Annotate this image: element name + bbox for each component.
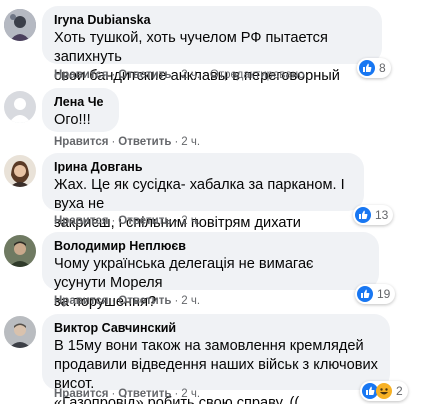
comment-time[interactable]: 2 ч.: [181, 388, 200, 400]
comment-actions: Нравится · Ответить · 2 ч.: [54, 215, 201, 227]
comment-time[interactable]: 2 ч.: [181, 136, 200, 148]
avatar[interactable]: [4, 9, 36, 41]
comment-time[interactable]: 2 ч.: [181, 295, 200, 307]
comment-bubble: Володимир Неплюєв Чому українська делега…: [42, 232, 379, 310]
comment-author[interactable]: Володимир Неплюєв: [54, 238, 367, 254]
like-button[interactable]: Нравится: [54, 295, 108, 307]
comment-actions: Нравится · Ответить · 2 ч.: [54, 388, 201, 400]
comment-bubble: Лена Че Ого!!!: [42, 88, 119, 132]
comment-text-line: В 15му вони також на замовлення кремляде…: [54, 338, 364, 354]
comment-text-line: Ого!!!: [54, 112, 91, 128]
haha-icon: [376, 383, 392, 399]
avatar[interactable]: [4, 91, 36, 123]
reply-button[interactable]: Ответить: [118, 388, 171, 400]
reaction-count: 13: [375, 208, 389, 222]
like-icon: [355, 207, 371, 223]
comment-text-line: Хоть тушкой, хоть чучелом РФ пытается за…: [54, 30, 328, 65]
reaction-count: 19: [377, 287, 391, 301]
comment-actions: Нравится · Ответить · 2 ч. · Отредактировано: [54, 69, 305, 81]
reaction-summary[interactable]: 13: [353, 205, 394, 225]
comment-text-line: Жах. Це як сусідка- хабалка за парканом.…: [54, 177, 345, 212]
reaction-summary[interactable]: 2: [360, 381, 408, 401]
comment-time[interactable]: 2 ч.: [181, 69, 200, 81]
like-icon: [359, 60, 375, 76]
like-button[interactable]: Нравится: [54, 136, 108, 148]
reaction-summary[interactable]: 19: [355, 284, 396, 304]
avatar[interactable]: [4, 155, 36, 187]
reply-button[interactable]: Ответить: [118, 295, 171, 307]
comment-bubble: Ірина Довгань Жах. Це як сусідка- хабалк…: [42, 153, 364, 250]
reaction-count: 2: [396, 384, 403, 398]
reply-button[interactable]: Ответить: [118, 69, 171, 81]
edited-label: Отредактировано: [209, 69, 305, 81]
comment-actions: Нравится · Ответить · 2 ч.: [54, 295, 201, 307]
comment-actions: Нравится · Ответить · 2 ч.: [54, 136, 201, 148]
reaction-count: 8: [379, 61, 386, 75]
comment-bubble: Iryna Dubianska Хоть тушкой, хоть чучело…: [42, 6, 382, 103]
avatar[interactable]: [4, 235, 36, 267]
comment-text-line: Чому українська делегація не вимагає усу…: [54, 256, 314, 291]
comment-author[interactable]: Виктор Савчинский: [54, 320, 378, 336]
comment-time[interactable]: 2 ч.: [181, 215, 200, 227]
comment-author[interactable]: Iryna Dubianska: [54, 12, 370, 28]
comment-author[interactable]: Лена Че: [54, 94, 107, 110]
reaction-summary[interactable]: 8: [357, 58, 391, 78]
comment-bubble: Виктор Савчинский В 15му вони також на з…: [42, 314, 390, 404]
reply-button[interactable]: Ответить: [118, 136, 171, 148]
like-button[interactable]: Нравится: [54, 215, 108, 227]
reply-button[interactable]: Ответить: [118, 215, 171, 227]
like-button[interactable]: Нравится: [54, 69, 108, 81]
like-icon: [357, 286, 373, 302]
like-button[interactable]: Нравится: [54, 388, 108, 400]
comment-author[interactable]: Ірина Довгань: [54, 159, 352, 175]
avatar[interactable]: [4, 316, 36, 348]
